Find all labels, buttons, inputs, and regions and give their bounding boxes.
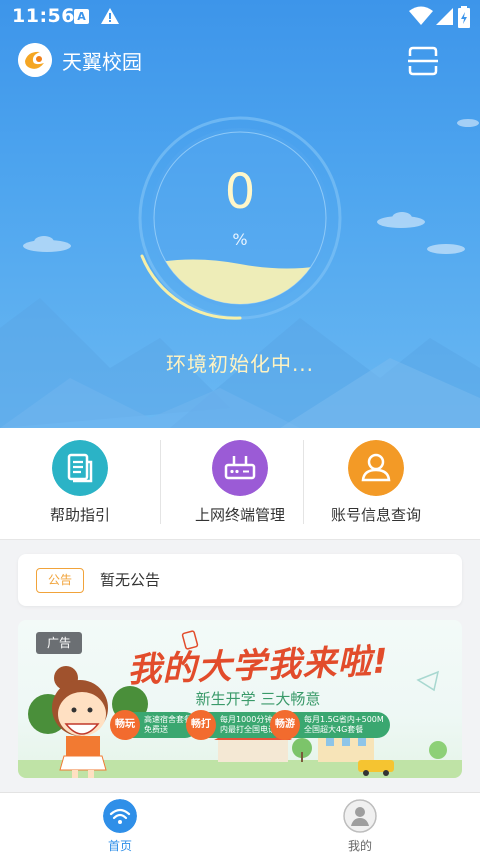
- banner-title: 我的大学我来啦!: [126, 641, 390, 691]
- warning-icon: [101, 8, 119, 24]
- promo-pill: 畅游 每月1.5G省内+500M 全国超大4G套餐: [270, 710, 390, 740]
- help-guide-button[interactable]: 帮助指引: [0, 428, 160, 540]
- notice-badge: 公告: [36, 568, 84, 593]
- notice-card[interactable]: 公告 暂无公告: [18, 554, 462, 606]
- quick-actions: 帮助指引 上网终端管理 账号信息查询: [0, 428, 480, 540]
- profile-icon: [343, 799, 377, 833]
- promo-pill-line: 每月1.5G省内+500M: [304, 715, 384, 724]
- init-status-text: 环境初始化中...: [165, 352, 315, 376]
- promo-pill-tag: 畅游: [270, 710, 300, 740]
- app-logo-icon: [18, 43, 52, 77]
- gauge-value: 0: [224, 164, 256, 220]
- wifi-home-icon: [103, 799, 137, 833]
- promo-pill-line: 免费送: [144, 725, 168, 734]
- promo-pill-line: 高速宿舍套餐: [144, 715, 192, 724]
- promo-pill-tag: 畅玩: [110, 710, 140, 740]
- account-info-button[interactable]: 账号信息查询: [296, 428, 456, 540]
- app-title: 天翼校园: [62, 50, 142, 74]
- document-icon: [52, 440, 108, 496]
- scan-button[interactable]: [406, 44, 440, 78]
- user-icon: [348, 440, 404, 496]
- tab-home-label: 首页: [107, 839, 132, 853]
- tab-mine[interactable]: 我的: [240, 793, 480, 855]
- battery-icon: [458, 6, 470, 28]
- cloud-decoration: [23, 236, 71, 252]
- cloud-decoration: [457, 119, 479, 127]
- app-header: 天翼校园: [0, 38, 480, 84]
- promo-pill-tag: 畅打: [186, 710, 216, 740]
- tab-mine-label: 我的: [347, 839, 372, 853]
- gauge-unit: %: [232, 230, 248, 249]
- wifi-signal-icon: [409, 6, 433, 25]
- help-guide-label: 帮助指引: [49, 506, 110, 524]
- status-bar: 11:56 A: [0, 0, 480, 34]
- bottom-tab-bar: 首页 我的: [0, 792, 480, 855]
- banner-subtitle: 新生开学 三大畅意: [195, 690, 321, 708]
- promo-pill-line: 全国超大4G套餐: [304, 725, 364, 734]
- router-icon: [212, 440, 268, 496]
- status-time: 11:56: [12, 5, 75, 27]
- notification-a-icon: A: [74, 9, 89, 24]
- notice-text: 暂无公告: [100, 571, 161, 589]
- ad-banner[interactable]: 广告 我的大学我来啦! 新生开学 三大畅意 畅玩 高速宿舍套餐 免费送 畅打 每…: [18, 620, 462, 778]
- cloud-decoration: [427, 244, 465, 254]
- ad-tag: 广告: [36, 632, 82, 654]
- account-info-label: 账号信息查询: [330, 506, 421, 524]
- tab-home[interactable]: 首页: [0, 793, 240, 855]
- cell-signal-icon: [436, 8, 453, 25]
- hero-section: 11:56 A 天翼校园 0 % 环境初始化中...: [0, 0, 480, 428]
- cloud-decoration: [377, 212, 425, 228]
